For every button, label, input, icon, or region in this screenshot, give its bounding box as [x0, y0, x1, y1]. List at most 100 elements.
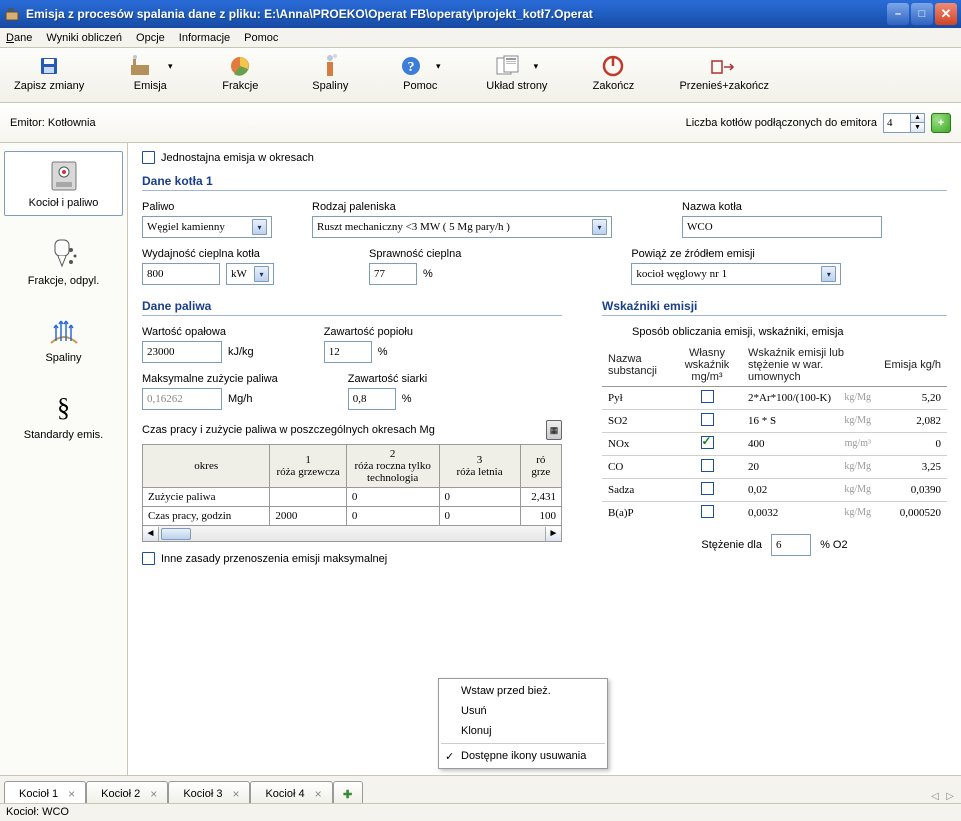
scroll-right-icon[interactable]: ► — [545, 527, 561, 541]
periods-table[interactable]: okres 1róża grzewcza 2róża roczna tylko … — [142, 444, 562, 526]
section-boiler-data: Dane kotła 1 — [142, 174, 947, 191]
concentration-input[interactable] — [771, 534, 811, 556]
ctx-delete[interactable]: Usuń — [441, 701, 605, 721]
spin-up-icon[interactable]: ▲ — [910, 114, 924, 123]
checkbox-icon[interactable] — [701, 436, 714, 449]
sidebar-item-kociol[interactable]: Kocioł i paliwo — [4, 151, 123, 216]
col-own: Własny wskaźnik mg/m³ — [672, 344, 742, 387]
checkbox-icon[interactable] — [701, 413, 714, 426]
menu-dane[interactable]: Dane — [6, 32, 32, 44]
furnace-type-combo[interactable]: Ruszt mechaniczny <3 MW ( 5 Mg pary/h ) … — [312, 216, 612, 238]
paragraph-icon: § — [6, 390, 121, 426]
zakoncz-button[interactable]: Zakończ — [583, 52, 643, 94]
table-row[interactable]: Zużycie paliwa 260,19 0 0 2,431 — [143, 488, 562, 507]
tab-add[interactable]: ✚ — [333, 781, 363, 803]
furnace-type-label: Rodzaj paleniska — [312, 201, 612, 213]
boiler-name-label: Nazwa kotła — [682, 201, 882, 213]
checkbox-icon[interactable] — [701, 505, 714, 518]
boiler-count-spinner[interactable]: ▲ ▼ — [883, 113, 925, 133]
pie-icon — [229, 54, 251, 78]
window-title: Emisja z procesów spalania dane z pliku:… — [26, 7, 887, 21]
section-indicators: Wskaźniki emisji — [602, 299, 947, 316]
thermal-output-input[interactable] — [142, 263, 220, 285]
ctx-delete-icons[interactable]: ✓ Dostępne ikony usuwania — [441, 743, 605, 766]
col-3: 3róża letnia — [439, 445, 520, 488]
minimize-button[interactable]: – — [887, 3, 909, 25]
table-row[interactable]: CO20 kg/Mg3,25 — [602, 456, 947, 479]
maximize-button[interactable]: □ — [911, 3, 933, 25]
link-source-combo[interactable]: kocioł węglowy nr 1 ▾ — [631, 263, 841, 285]
checkbox-icon[interactable] — [701, 459, 714, 472]
max-cons-input[interactable] — [142, 388, 222, 410]
sulfur-input[interactable] — [348, 388, 396, 410]
spaliny-button[interactable]: Spaliny — [300, 52, 360, 94]
content: Jednostajna emisja w okresach Dane kotła… — [128, 143, 961, 775]
dropdown-arrow-icon: ▾ — [168, 61, 173, 72]
table-row[interactable]: NOx400 mg/m³0 — [602, 433, 947, 456]
table-row[interactable]: Czas pracy, godzin 2000 0 0 100 — [143, 507, 562, 526]
h-scrollbar[interactable]: ◄ ► — [142, 526, 562, 542]
scroll-thumb[interactable] — [161, 528, 191, 540]
col-4: ró grze — [520, 445, 561, 488]
add-boiler-button[interactable]: + — [931, 113, 951, 133]
menu-wyniki[interactable]: Wyniki obliczeń — [46, 32, 122, 44]
max-cons-label: Maksymalne zużycie paliwa — [142, 373, 278, 385]
tab-scroll-right-icon[interactable]: ▷ — [943, 789, 957, 803]
table-row[interactable]: SO216 * S kg/Mg2,082 — [602, 410, 947, 433]
frakcje-button[interactable]: Frakcje — [210, 52, 270, 94]
ctx-insert[interactable]: Wstaw przed bież. — [441, 681, 605, 701]
section-fuel-data: Dane paliwa — [142, 299, 562, 316]
spin-down-icon[interactable]: ▼ — [910, 122, 924, 132]
link-source-label: Powiąż ze źródłem emisji — [631, 248, 841, 260]
help-icon: ? ▾ — [400, 54, 441, 78]
calculator-icon[interactable]: ▦ — [546, 420, 562, 440]
table-row[interactable]: Sadza0,02 kg/Mg0,0390 — [602, 479, 947, 502]
przenies-button[interactable]: Przenieś+zakończ — [673, 52, 775, 94]
ash-input[interactable] — [324, 341, 372, 363]
menu-bar: Dane Wyniki obliczeń Opcje Informacje Po… — [0, 28, 961, 48]
scroll-left-icon[interactable]: ◄ — [143, 527, 159, 541]
chimney-icon — [319, 54, 341, 78]
menu-opcje[interactable]: Opcje — [136, 32, 165, 44]
title-bar: Emisja z procesów spalania dane z pliku:… — [0, 0, 961, 28]
dedust-icon — [6, 236, 121, 272]
save-button[interactable]: Zapisz zmiany — [8, 52, 90, 94]
checkbox-icon[interactable] — [701, 482, 714, 495]
calorific-input[interactable] — [142, 341, 222, 363]
menu-pomoc[interactable]: Pomoc — [244, 32, 278, 44]
periods-label: Czas pracy i zużycie paliwa w poszczegól… — [142, 424, 435, 436]
sidebar-item-standardy[interactable]: § Standardy emis. — [4, 384, 123, 447]
emisja-button[interactable]: ▾ Emisja — [120, 52, 180, 94]
other-rules-checkbox[interactable]: Inne zasady przenoszenia emisji maksymal… — [142, 552, 387, 565]
thermal-eff-label: Sprawność cieplna — [369, 248, 461, 260]
tab-kociol-2[interactable]: Kocioł 2 × — [86, 781, 168, 803]
close-icon[interactable]: × — [232, 787, 239, 801]
context-menu: Wstaw przed bież. Usuń Klonuj ✓ Dostępne… — [438, 678, 608, 769]
dropdown-arrow-icon: ▾ — [254, 266, 269, 282]
uniform-emission-checkbox[interactable]: Jednostajna emisja w okresach — [142, 151, 314, 164]
pomoc-button[interactable]: ? ▾ Pomoc — [390, 52, 450, 94]
uklad-button[interactable]: ▾ Układ strony — [480, 52, 553, 94]
tab-kociol-3[interactable]: Kocioł 3 × — [168, 781, 250, 803]
tab-kociol-1[interactable]: Kocioł 1 × — [4, 781, 86, 803]
boiler-name-input[interactable] — [682, 216, 882, 238]
tab-scroll-left-icon[interactable]: ◁ — [928, 789, 942, 803]
thermal-eff-input[interactable] — [369, 263, 417, 285]
checkbox-icon[interactable] — [701, 390, 714, 403]
close-icon[interactable]: × — [68, 787, 75, 801]
sidebar-item-spaliny[interactable]: Spaliny — [4, 307, 123, 370]
menu-informacje[interactable]: Informacje — [179, 32, 230, 44]
thermal-output-unit-combo[interactable]: kW ▾ — [226, 263, 274, 285]
close-icon[interactable]: × — [315, 787, 322, 801]
fuel-combo[interactable]: Węgiel kamienny ▾ — [142, 216, 272, 238]
table-row[interactable]: Pył2*Ar*100/(100-K) kg/Mg5,20 — [602, 387, 947, 410]
table-row[interactable]: B(a)P0,0032 kg/Mg0,000520 — [602, 502, 947, 525]
tab-kociol-4[interactable]: Kocioł 4 × — [250, 781, 332, 803]
emission-table[interactable]: Nazwa substancji Własny wskaźnik mg/m³ W… — [602, 344, 947, 524]
ctx-clone[interactable]: Klonuj — [441, 721, 605, 741]
close-icon[interactable]: × — [150, 787, 157, 801]
sidebar-item-frakcje[interactable]: Frakcje, odpyl. — [4, 230, 123, 293]
indicators-subtitle: Sposób obliczania emisji, wskaźniki, emi… — [632, 326, 947, 338]
boiler-count-input[interactable] — [884, 114, 910, 132]
close-button[interactable]: ✕ — [935, 3, 957, 25]
